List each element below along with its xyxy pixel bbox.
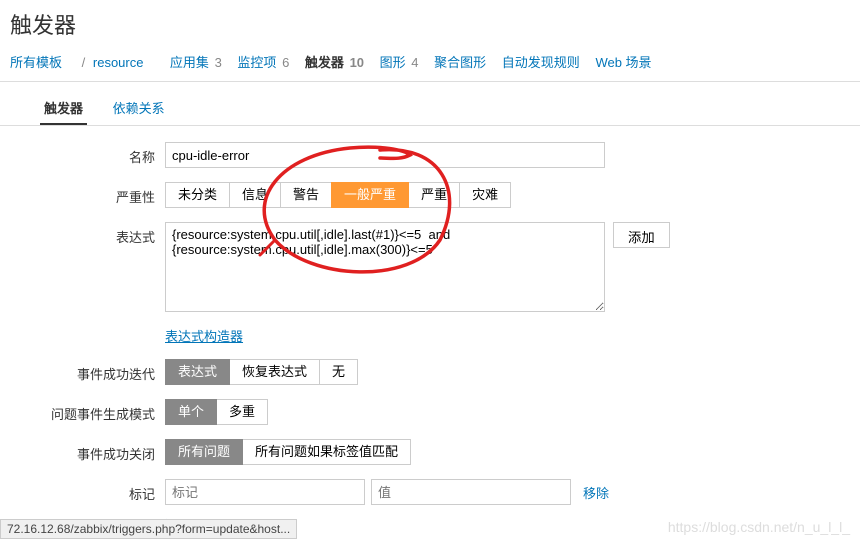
tag-remove-link[interactable]: 移除	[583, 483, 609, 502]
trigger-form: 名称 严重性 未分类信息警告一般严重严重灾难 表达式 {resource:sys…	[0, 126, 860, 558]
subtab-deps[interactable]: 依赖关系	[109, 92, 169, 123]
name-input[interactable]	[165, 142, 605, 168]
severity-btn-4[interactable]: 严重	[408, 182, 460, 208]
ok-close-group: 所有问题所有问题如果标签值匹配	[165, 439, 411, 465]
ok-event-btn-0[interactable]: 表达式	[165, 359, 230, 385]
subtab-trigger[interactable]: 触发器	[40, 92, 87, 125]
sub-tabs: 触发器 依赖关系	[0, 82, 860, 126]
label-tags: 标记	[10, 479, 165, 503]
tag-name-input[interactable]	[165, 479, 365, 505]
ok-event-btn-2[interactable]: 无	[319, 359, 358, 385]
label-expression: 表达式	[10, 222, 165, 246]
footer-url: 72.16.12.68/zabbix/triggers.php?form=upd…	[0, 519, 297, 539]
ok-close-btn-1[interactable]: 所有问题如果标签值匹配	[242, 439, 411, 465]
nav-items[interactable]: 监控项 6	[237, 55, 289, 70]
expr-builder-link[interactable]: 表达式构造器	[165, 326, 243, 345]
severity-btn-1[interactable]: 信息	[229, 182, 281, 208]
severity-group: 未分类信息警告一般严重严重灾难	[165, 182, 511, 208]
nav-triggers[interactable]: 触发器 10	[305, 55, 364, 70]
breadcrumb-sep: /	[82, 55, 86, 70]
severity-btn-3[interactable]: 一般严重	[331, 182, 409, 208]
label-name: 名称	[10, 142, 165, 166]
label-problem-mode: 问题事件生成模式	[10, 399, 165, 423]
expression-textarea[interactable]: {resource:system.cpu.util[,idle].last(#1…	[165, 222, 605, 312]
label-severity: 严重性	[10, 182, 165, 206]
nav-tabs: 所有模板 / resource 应用集 3 监控项 6 触发器 10 图形 4 …	[0, 48, 860, 82]
label-ok-close: 事件成功关闭	[10, 439, 165, 463]
add-expr-button[interactable]: 添加	[613, 222, 670, 248]
tag-value-input[interactable]	[371, 479, 571, 505]
severity-btn-2[interactable]: 警告	[280, 182, 332, 208]
page-title: 触发器	[0, 0, 860, 48]
breadcrumb-root[interactable]: 所有模板	[10, 55, 62, 70]
label-ok-event: 事件成功迭代	[10, 359, 165, 383]
severity-btn-0[interactable]: 未分类	[165, 182, 230, 208]
nav-web[interactable]: Web 场景	[595, 55, 651, 70]
ok-event-btn-1[interactable]: 恢复表达式	[229, 359, 320, 385]
breadcrumb-current[interactable]: resource	[93, 55, 144, 70]
problem-mode-btn-0[interactable]: 单个	[165, 399, 217, 425]
watermark: https://blog.csdn.net/n_u_l_l_	[668, 519, 850, 535]
ok-close-btn-0[interactable]: 所有问题	[165, 439, 243, 465]
nav-graphs[interactable]: 图形 4	[380, 55, 419, 70]
nav-discovery[interactable]: 自动发现规则	[502, 55, 580, 70]
ok-event-group: 表达式恢复表达式无	[165, 359, 358, 385]
severity-btn-5[interactable]: 灾难	[459, 182, 511, 208]
problem-mode-group: 单个多重	[165, 399, 268, 425]
nav-app[interactable]: 应用集 3	[170, 55, 222, 70]
nav-screens[interactable]: 聚合图形	[434, 55, 486, 70]
problem-mode-btn-1[interactable]: 多重	[216, 399, 268, 425]
